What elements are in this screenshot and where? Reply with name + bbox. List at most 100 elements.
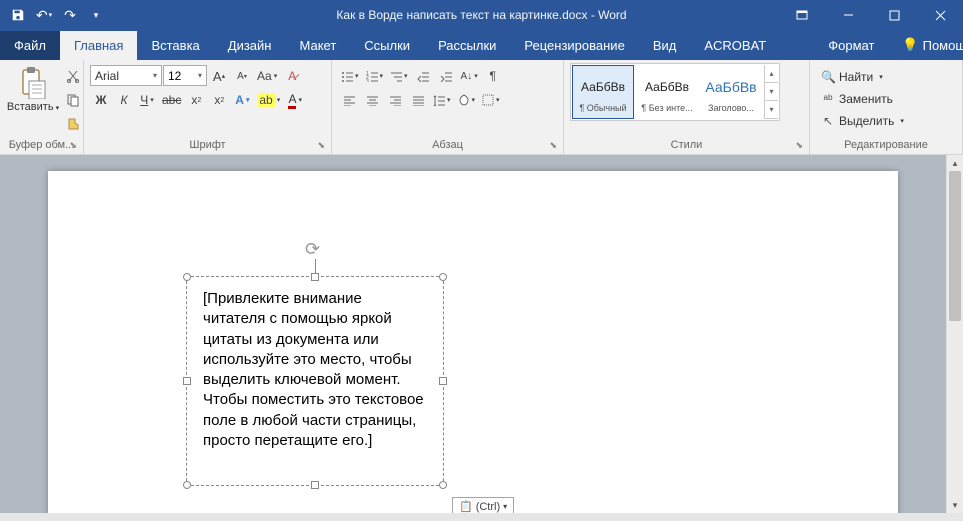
- styles-scroll-up[interactable]: ▴: [765, 65, 778, 83]
- tab-acrobat[interactable]: ACROBAT: [690, 31, 780, 60]
- show-marks-button[interactable]: ¶: [482, 65, 504, 87]
- align-center-button[interactable]: [361, 89, 383, 111]
- tab-view[interactable]: Вид: [639, 31, 691, 60]
- paragraph-dialog-launcher[interactable]: ⬊: [549, 140, 557, 151]
- styles-gallery[interactable]: АаБбВв ¶ Обычный АаБбВв ¶ Без инте... Аа…: [570, 63, 780, 121]
- document-page[interactable]: ⟳ [Привлеките внимание читателя с помощь…: [48, 171, 898, 513]
- resize-handle-ne[interactable]: [439, 273, 447, 281]
- style-normal[interactable]: АаБбВв ¶ Обычный: [572, 65, 634, 119]
- resize-handle-w[interactable]: [183, 377, 191, 385]
- tab-format[interactable]: Формат: [814, 31, 888, 60]
- font-name-dropdown[interactable]: Arial: [90, 65, 162, 86]
- text-box-content[interactable]: [Привлеките внимание читателя с помощью …: [187, 277, 443, 463]
- numbering-button[interactable]: 123: [363, 65, 387, 87]
- window-title: Как в Ворде написать текст на картинке.d…: [336, 8, 626, 22]
- change-case-button[interactable]: Aa: [254, 65, 280, 87]
- borders-button[interactable]: [479, 89, 503, 111]
- tab-mailings[interactable]: Рассылки: [424, 31, 510, 60]
- window-controls: [779, 0, 963, 30]
- strikethrough-button[interactable]: abc: [159, 89, 184, 111]
- svg-text:3: 3: [366, 79, 369, 82]
- group-styles: АаБбВв ¶ Обычный АаБбВв ¶ Без инте... Аа…: [564, 60, 810, 154]
- resize-handle-nw[interactable]: [183, 273, 191, 281]
- qat-customize-icon[interactable]: ▾: [84, 3, 108, 27]
- copy-button[interactable]: [62, 89, 84, 111]
- tab-review[interactable]: Рецензирование: [510, 31, 638, 60]
- resize-handle-n[interactable]: [311, 273, 319, 281]
- superscript-button[interactable]: x2: [208, 89, 230, 111]
- style-heading1[interactable]: АаБбВв Заголово...: [700, 65, 762, 119]
- minimize-icon[interactable]: [825, 0, 871, 30]
- redo-icon[interactable]: ↷: [58, 3, 82, 27]
- align-right-button[interactable]: [384, 89, 406, 111]
- tab-file[interactable]: Файл: [0, 31, 60, 60]
- justify-button[interactable]: [407, 89, 429, 111]
- multilevel-list-button[interactable]: [387, 65, 411, 87]
- styles-scroll-down[interactable]: ▾: [765, 83, 778, 101]
- clear-formatting-button[interactable]: A̷: [281, 65, 303, 87]
- svg-text:1: 1: [366, 71, 369, 77]
- shrink-font-button[interactable]: A▾: [231, 65, 253, 87]
- tab-home[interactable]: Главная: [60, 31, 137, 60]
- font-dialog-launcher[interactable]: ⬊: [317, 140, 325, 151]
- cut-button[interactable]: [62, 65, 84, 87]
- group-paragraph: 123 A↓ ¶ Абзац⬊: [332, 60, 564, 154]
- text-effects-button[interactable]: A: [231, 89, 253, 111]
- undo-icon[interactable]: ↶▾: [32, 3, 56, 27]
- tab-references[interactable]: Ссылки: [350, 31, 424, 60]
- style-no-spacing[interactable]: АаБбВв ¶ Без инте...: [636, 65, 698, 119]
- close-icon[interactable]: [917, 0, 963, 30]
- save-icon[interactable]: [6, 3, 30, 27]
- paste-button[interactable]: Вставить: [6, 63, 60, 133]
- font-size-dropdown[interactable]: 12: [163, 65, 207, 86]
- resize-handle-se[interactable]: [439, 481, 447, 489]
- rotate-handle-icon[interactable]: ⟳: [305, 239, 325, 259]
- title-bar: ↶▾ ↷ ▾ Как в Ворде написать текст на кар…: [0, 0, 963, 30]
- font-color-button[interactable]: A: [284, 89, 306, 111]
- underline-button[interactable]: Ч: [136, 89, 158, 111]
- sort-button[interactable]: A↓: [458, 65, 481, 87]
- clipboard-dialog-launcher[interactable]: ⬊: [69, 140, 77, 151]
- document-area[interactable]: ⟳ [Привлеките внимание читателя с помощь…: [0, 155, 963, 513]
- replace-button[interactable]: ᵃᵇЗаменить: [818, 89, 907, 109]
- styles-expand[interactable]: ▾: [765, 101, 778, 119]
- paste-options-icon: 📋: [459, 500, 473, 513]
- find-button[interactable]: 🔍Найти▾: [818, 67, 907, 87]
- tab-layout[interactable]: Макет: [285, 31, 350, 60]
- tell-me[interactable]: 💡 Помощ...: [888, 30, 963, 60]
- line-spacing-button[interactable]: [430, 89, 454, 111]
- scroll-down-icon[interactable]: ▾: [947, 497, 963, 513]
- tab-design[interactable]: Дизайн: [214, 31, 286, 60]
- grow-font-button[interactable]: A▴: [208, 65, 230, 87]
- paste-options-button[interactable]: 📋 (Ctrl) ▾: [452, 497, 514, 513]
- resize-handle-e[interactable]: [439, 377, 447, 385]
- lightbulb-icon: 💡: [902, 37, 918, 53]
- ribbon-display-icon[interactable]: [779, 0, 825, 30]
- status-bar: [0, 513, 963, 521]
- scroll-thumb[interactable]: [949, 171, 961, 321]
- bold-button[interactable]: Ж: [90, 89, 112, 111]
- shading-button[interactable]: [455, 89, 479, 111]
- decrease-indent-button[interactable]: [412, 65, 434, 87]
- resize-handle-sw[interactable]: [183, 481, 191, 489]
- resize-handle-s[interactable]: [311, 481, 319, 489]
- subscript-button[interactable]: x2: [185, 89, 207, 111]
- vertical-scrollbar[interactable]: ▴ ▾: [946, 155, 963, 513]
- replace-icon: ᵃᵇ: [821, 92, 835, 106]
- text-box[interactable]: ⟳ [Привлеките внимание читателя с помощь…: [186, 276, 444, 486]
- align-left-button[interactable]: [338, 89, 360, 111]
- group-editing: 🔍Найти▾ ᵃᵇЗаменить ↖Выделить▾ Редактиров…: [810, 60, 963, 154]
- bullets-button[interactable]: [338, 65, 362, 87]
- magnifier-icon: 🔍: [821, 70, 835, 84]
- styles-dialog-launcher[interactable]: ⬊: [795, 140, 803, 151]
- scroll-up-icon[interactable]: ▴: [947, 155, 963, 171]
- select-button[interactable]: ↖Выделить▾: [818, 111, 907, 131]
- format-painter-button[interactable]: [62, 113, 84, 135]
- maximize-icon[interactable]: [871, 0, 917, 30]
- italic-button[interactable]: К: [113, 89, 135, 111]
- increase-indent-button[interactable]: [435, 65, 457, 87]
- quick-access-toolbar: ↶▾ ↷ ▾: [0, 3, 108, 27]
- group-clipboard: Вставить Буфер обм...⬊: [0, 60, 84, 154]
- tab-insert[interactable]: Вставка: [137, 31, 213, 60]
- highlight-button[interactable]: ab: [254, 89, 283, 111]
